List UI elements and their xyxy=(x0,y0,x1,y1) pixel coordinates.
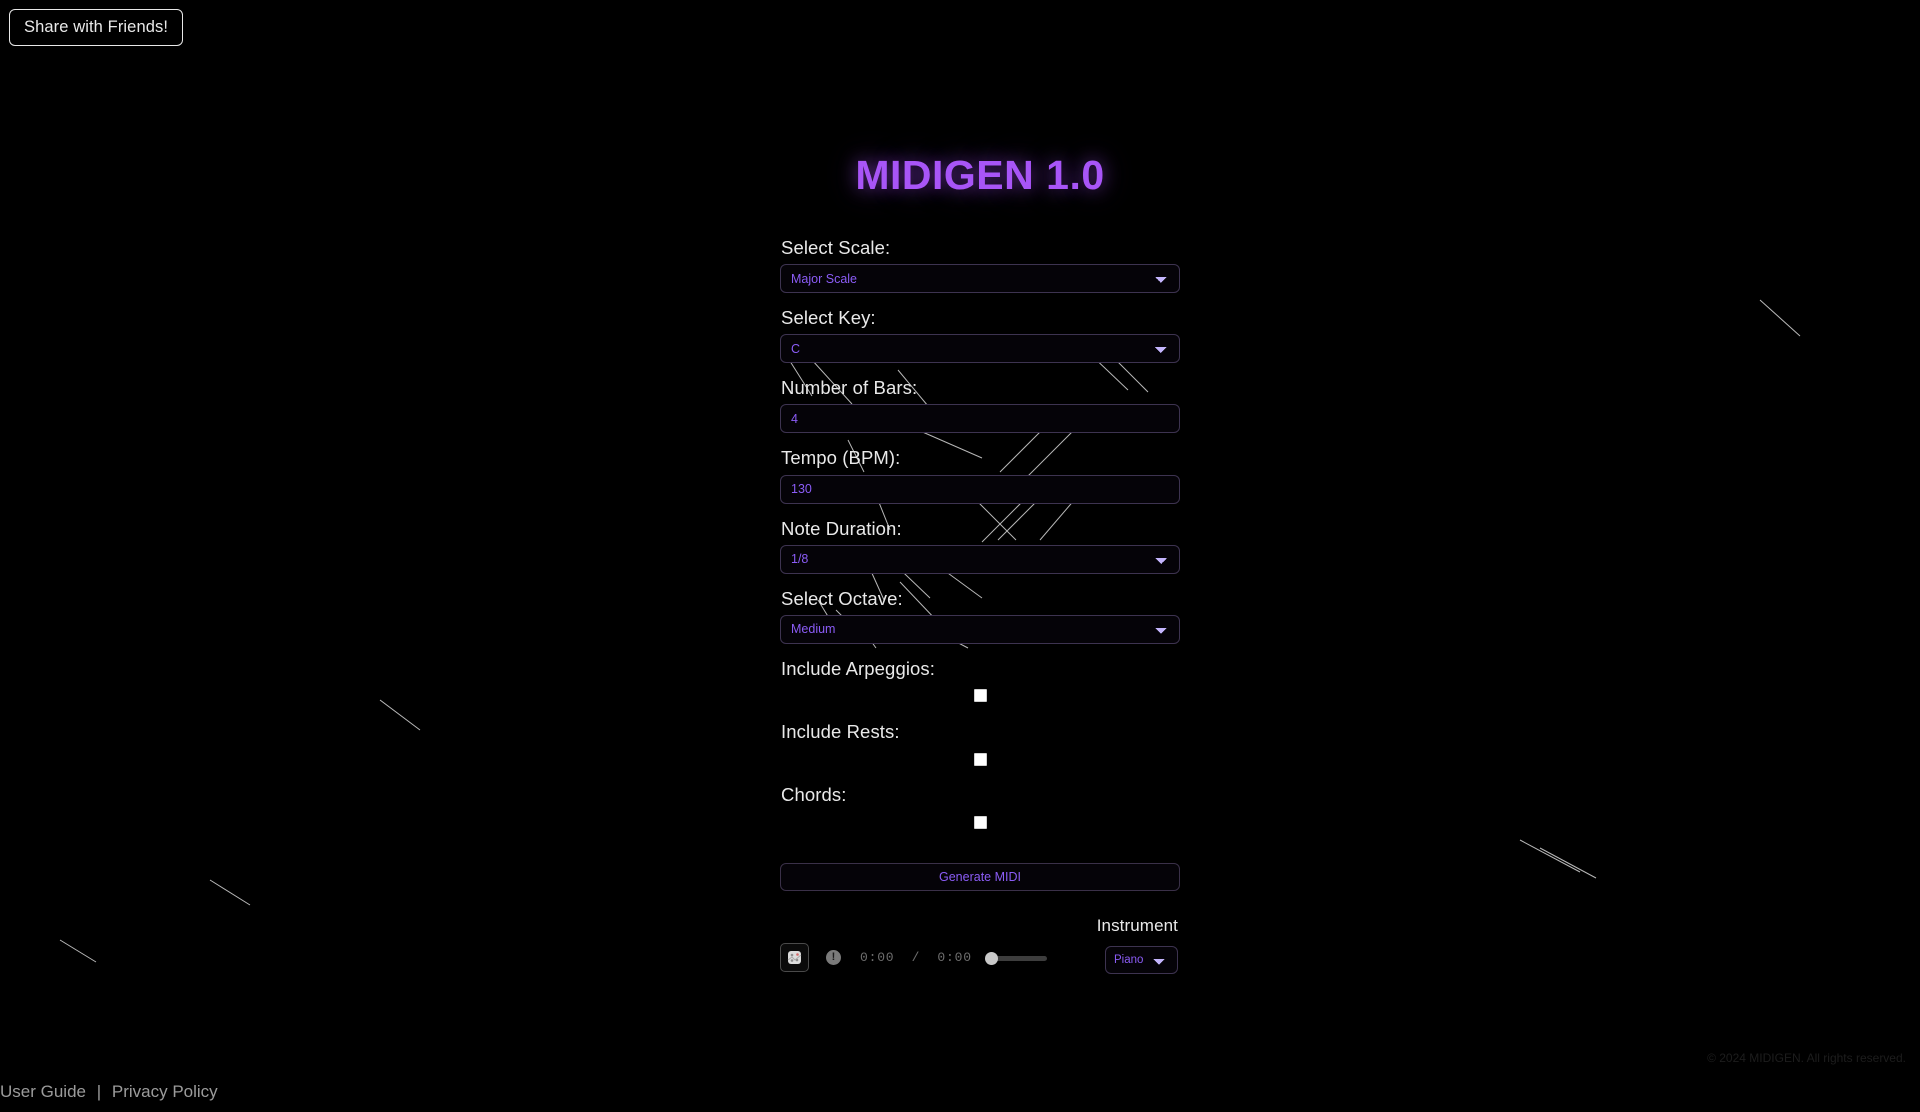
select-note-duration[interactable]: 1/8 xyxy=(780,544,1180,574)
checkbox-include-rests[interactable] xyxy=(973,752,987,766)
link-privacy-policy[interactable]: Privacy Policy xyxy=(112,1082,218,1101)
checkbox-include-arpeggios[interactable] xyxy=(973,689,987,703)
error-exclamation-icon: ! xyxy=(826,950,841,966)
generate-midi-button[interactable]: Generate MIDI xyxy=(780,863,1180,892)
checkbox-chords[interactable] xyxy=(973,815,987,829)
broken-image-glyph xyxy=(787,951,802,965)
label-note-duration: Note Duration: xyxy=(781,517,902,539)
footer-separator: | xyxy=(96,1082,102,1101)
copyright-text: © 2024 MIDIGEN. All rights reserved. xyxy=(1707,1051,1906,1065)
volume-thumb[interactable] xyxy=(984,951,998,965)
footer-links: User Guide | Privacy Policy xyxy=(0,1082,1920,1112)
page-root: Share with Friends! MIDIGEN 1.0 Select S… xyxy=(0,0,1920,1112)
broken-image-icon[interactable] xyxy=(780,943,809,973)
label-tempo-bpm: Tempo (BPM): xyxy=(781,447,901,469)
midigen-app: MIDIGEN 1.0 Select Scale: Major Scale Se… xyxy=(780,0,1180,985)
row-include-rests xyxy=(780,748,1180,770)
row-include-arpeggios xyxy=(780,685,1180,707)
label-chords: Chords: xyxy=(781,784,847,805)
label-select-key: Select Key: xyxy=(781,307,876,329)
volume-track xyxy=(989,955,1047,961)
label-include-arpeggios: Include Arpeggios: xyxy=(781,657,936,679)
share-with-friends-button[interactable]: Share with Friends! xyxy=(9,9,184,47)
select-scale[interactable]: Major Scale xyxy=(780,264,1180,294)
page-title: MIDIGEN 1.0 xyxy=(855,152,1105,198)
input-tempo-bpm[interactable] xyxy=(780,474,1180,504)
row-chords xyxy=(780,811,1180,833)
label-instrument: Instrument xyxy=(1096,916,1178,936)
label-select-octave: Select Octave: xyxy=(781,587,903,609)
label-select-scale: Select Scale: xyxy=(781,237,891,258)
select-instrument[interactable]: Piano xyxy=(1105,946,1178,975)
input-number-of-bars[interactable] xyxy=(780,404,1180,434)
label-include-rests: Include Rests: xyxy=(781,720,900,742)
audio-player-section: Instrument Piano ! 0:00 / 0:00 xyxy=(780,916,1180,985)
audio-player: ! 0:00 / 0:00 xyxy=(780,943,1047,973)
link-user-guide[interactable]: User Guide xyxy=(0,1082,86,1101)
playback-time: 0:00 / 0:00 xyxy=(860,950,972,966)
label-number-of-bars: Number of Bars: xyxy=(781,377,918,399)
select-key[interactable]: C xyxy=(780,334,1180,364)
select-octave[interactable]: Medium xyxy=(780,614,1180,644)
volume-slider[interactable] xyxy=(984,951,1047,965)
